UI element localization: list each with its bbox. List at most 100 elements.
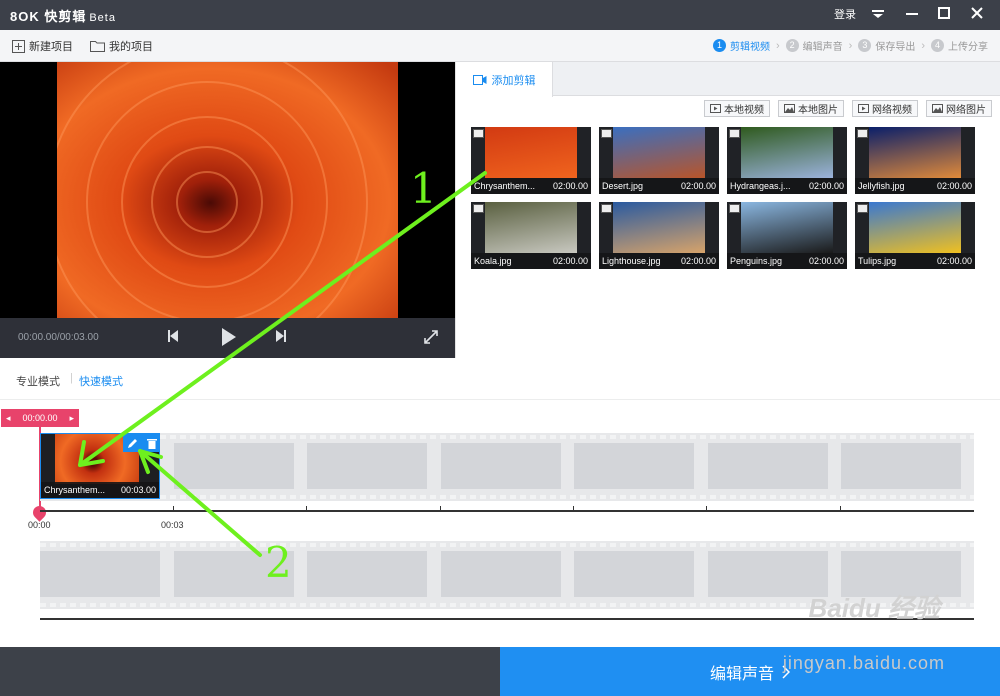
delete-trash-icon[interactable] [142, 434, 159, 452]
empty-frame-slot [574, 551, 694, 597]
step-indicator: 1 剪辑视频 › 2 编辑声音 › 3 保存导出 › 4 上传分享 [712, 38, 988, 53]
playhead-time: 00:00.00 [22, 413, 58, 423]
my-projects-button[interactable]: 我的项目 [90, 38, 153, 54]
step-number: 4 [931, 39, 944, 52]
image-icon [784, 104, 795, 113]
media-name: Hydrangeas.j... [730, 181, 791, 191]
media-tabbar: 添加剪辑 [456, 62, 1000, 97]
fullscreen-icon[interactable] [424, 330, 438, 347]
quick-mode-link[interactable]: 快速模式 [79, 373, 123, 389]
source-buttons: 本地视频 本地图片 网络视频 网络图片 [704, 100, 992, 117]
media-name: Tulips.jpg [858, 256, 897, 266]
maximize-icon[interactable] [932, 0, 956, 30]
film-perforation [40, 543, 974, 547]
timeline-ruler [40, 510, 974, 512]
playhead-handle[interactable] [30, 503, 49, 522]
image-type-icon [473, 129, 484, 138]
media-thumbnail [485, 202, 577, 253]
edit-pencil-icon[interactable] [123, 434, 142, 452]
source-button-4[interactable]: 网络图片 [926, 100, 992, 117]
next-button-label: 编辑声音 [709, 665, 774, 683]
timeline-clip[interactable]: Chrysanthem... 00:03.00 [40, 433, 160, 499]
media-duration: 02:00.00 [808, 256, 844, 266]
media-item[interactable]: Jellyfish.jpg 02:00.00 [855, 127, 975, 194]
play-icon[interactable] [220, 326, 238, 351]
media-info: Penguins.jpg 02:00.00 [727, 253, 847, 269]
video-preview [0, 62, 455, 318]
login-button[interactable]: 登录 [830, 0, 860, 30]
minimize-icon[interactable] [900, 0, 924, 30]
media-thumbnail [613, 202, 705, 253]
tick-mark [306, 506, 307, 512]
media-item[interactable]: Desert.jpg 02:00.00 [599, 127, 719, 194]
tab-add-clip-label: 添加剪辑 [491, 74, 536, 87]
tick-label: 00:00 [28, 520, 51, 530]
media-item[interactable]: Tulips.jpg 02:00.00 [855, 202, 975, 269]
step-3[interactable]: 3 保存导出 [858, 38, 915, 53]
source-button-label: 网络图片 [946, 105, 986, 116]
media-item[interactable]: Penguins.jpg 02:00.00 [727, 202, 847, 269]
tick-label: 00:03 [161, 520, 184, 530]
pro-mode-link[interactable]: 专业模式 [16, 373, 60, 389]
previous-icon[interactable] [166, 328, 180, 347]
image-type-icon [729, 129, 740, 138]
plus-box-icon [12, 39, 25, 53]
new-project-button[interactable]: 新建项目 [12, 38, 73, 54]
empty-frame-slot [173, 443, 294, 489]
media-item[interactable]: Chrysanthem... 02:00.00 [471, 127, 591, 194]
media-duration: 02:00.00 [680, 256, 716, 266]
close-icon[interactable] [965, 0, 989, 30]
playhead-left-arrow-icon[interactable]: ◂ [6, 413, 11, 424]
media-duration: 02:00.00 [808, 181, 844, 191]
image-type-icon [857, 129, 868, 138]
step-2[interactable]: 2 编辑声音 [785, 38, 843, 53]
media-info: Jellyfish.jpg 02:00.00 [855, 178, 975, 194]
playhead-flag[interactable]: ◂ 00:00.00 ▸ [1, 409, 79, 427]
media-item[interactable]: Koala.jpg 02:00.00 [471, 202, 591, 269]
media-info: Koala.jpg 02:00.00 [471, 253, 591, 269]
source-button-1[interactable]: 本地视频 [704, 100, 770, 117]
tab-add-clip[interactable]: 添加剪辑 [456, 62, 553, 97]
film-perforation [40, 435, 974, 439]
step-number: 3 [858, 39, 872, 52]
empty-frame-slot [307, 443, 427, 489]
media-info: Lighthouse.jpg 02:00.00 [599, 253, 719, 269]
tick-mark [706, 506, 707, 512]
media-info: Chrysanthem... 02:00.00 [471, 178, 591, 194]
image-type-icon [857, 204, 868, 213]
clip-info: Chrysanthem... 00:03.00 [41, 482, 159, 498]
image-icon [932, 104, 943, 113]
empty-frame-slot [574, 443, 694, 489]
mode-divider: | [70, 372, 73, 384]
clip-duration: 00:03.00 [120, 485, 156, 495]
media-duration: 02:00.00 [936, 256, 972, 266]
source-button-label: 本地视频 [724, 105, 764, 116]
step-1[interactable]: 1 剪辑视频 [712, 38, 770, 53]
media-thumbnail [485, 127, 577, 178]
app-logo: 8OK 快剪辑 Beta [10, 9, 116, 24]
media-item[interactable]: Hydrangeas.j... 02:00.00 [727, 127, 847, 194]
empty-frame-slot [440, 551, 561, 597]
empty-frame-slot [40, 551, 160, 597]
media-item[interactable]: Lighthouse.jpg 02:00.00 [599, 202, 719, 269]
step-separator-icon: › [775, 39, 780, 52]
step-4[interactable]: 4 上传分享 [931, 38, 988, 53]
image-type-icon [601, 204, 612, 213]
menu-icon[interactable] [866, 0, 890, 30]
empty-frame-slot [440, 443, 561, 489]
source-button-3[interactable]: 网络视频 [852, 100, 918, 117]
source-button-2[interactable]: 本地图片 [778, 100, 844, 117]
media-thumbnail [741, 127, 833, 178]
image-type-icon [729, 204, 740, 213]
media-library: 添加剪辑 本地视频 本地图片 网络视频 网络图片 Chrysanthem... 02:0… [455, 62, 1000, 358]
media-name: Chrysanthem... [474, 181, 536, 191]
next-icon[interactable] [274, 328, 288, 347]
media-thumbnail [741, 202, 833, 253]
tick-mark [573, 506, 574, 512]
baidu-watermark-logo: Baidu 经验 [808, 593, 940, 623]
video-track[interactable] [40, 433, 974, 501]
playhead-right-arrow-icon[interactable]: ▸ [69, 413, 74, 424]
mode-switch: 专业模式 | 快速模式 [0, 358, 1000, 400]
image-type-icon [601, 129, 612, 138]
media-duration: 02:00.00 [552, 256, 588, 266]
